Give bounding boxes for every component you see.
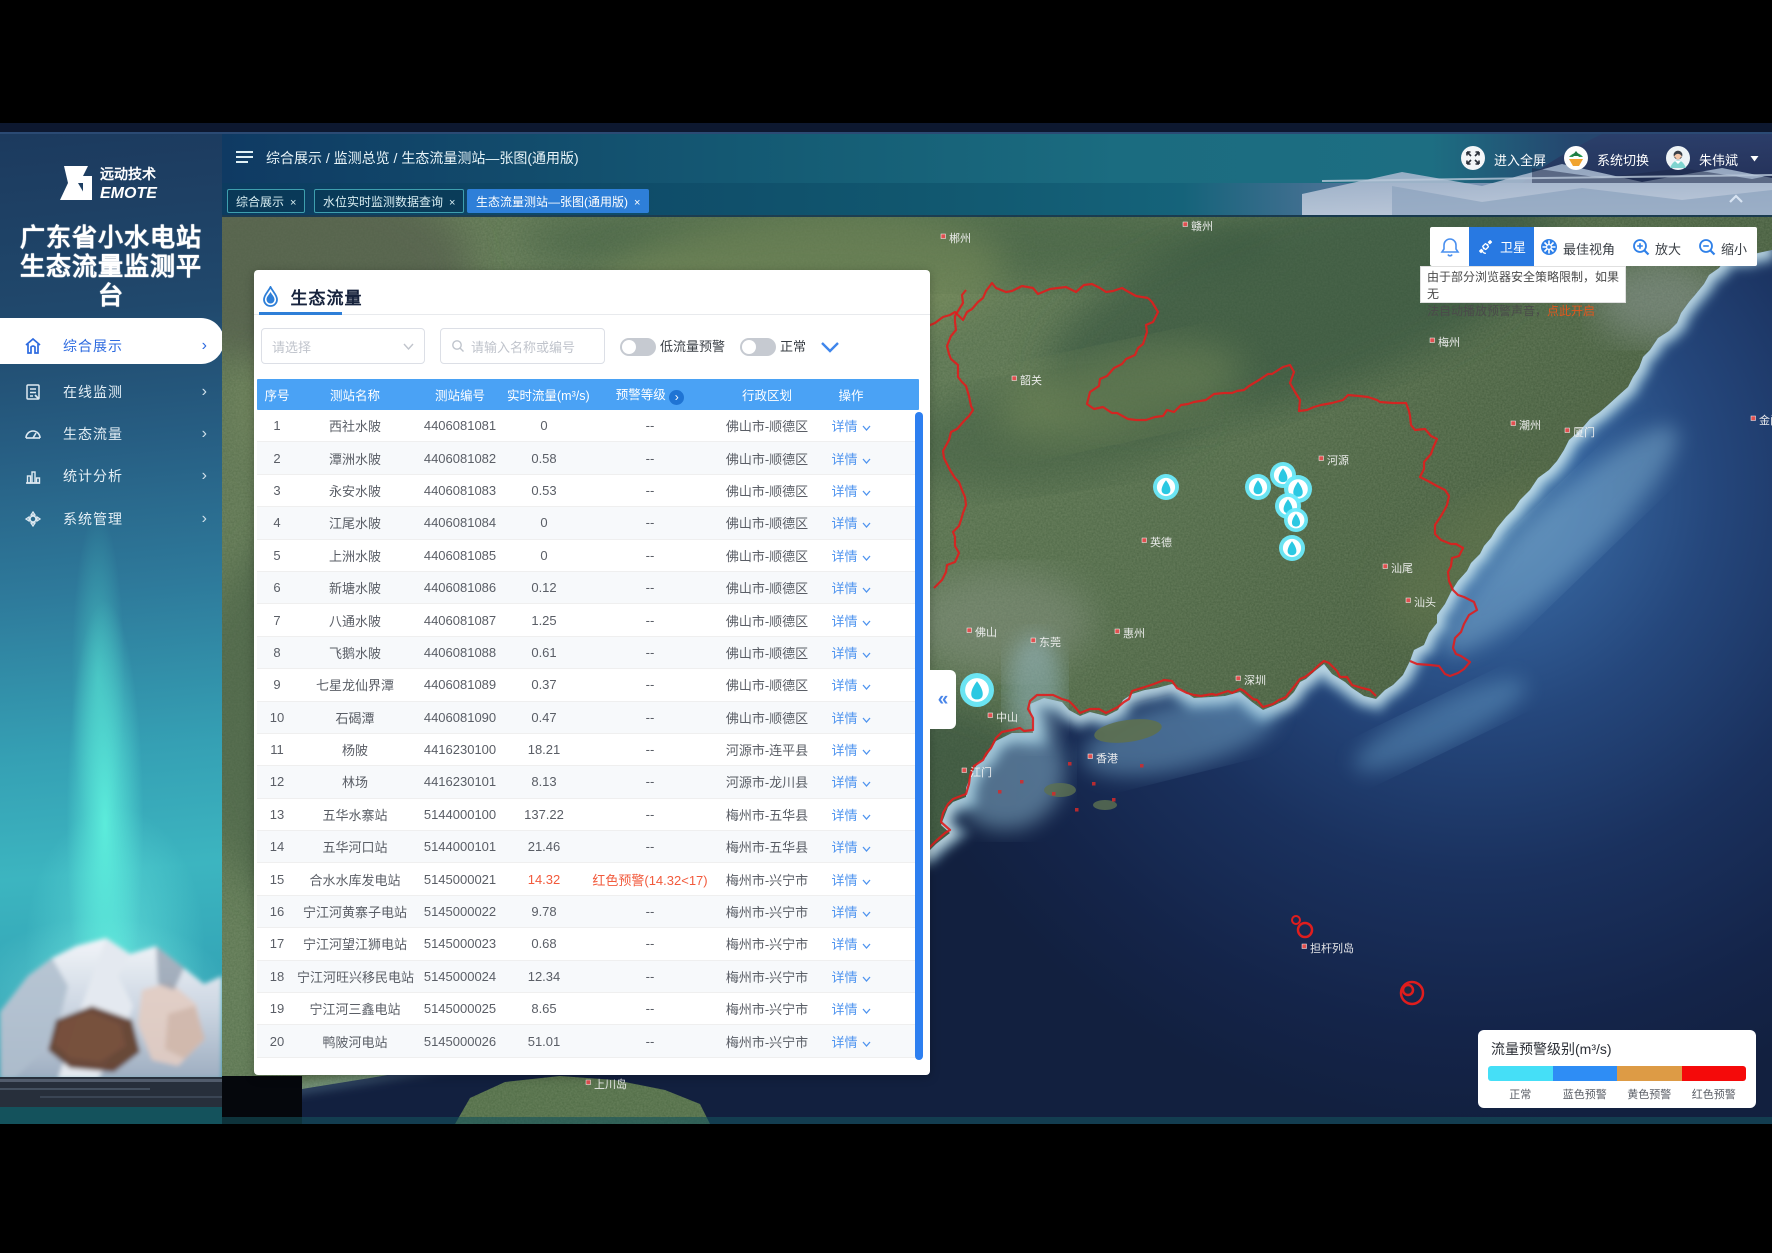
svg-text:担杆列岛: 担杆列岛 <box>1310 941 1354 955</box>
svg-text:金门: 金门 <box>1759 413 1772 427</box>
svg-text:EMOTE: EMOTE <box>100 185 158 202</box>
svg-text:厦门: 厦门 <box>1573 425 1595 439</box>
svg-text:梅州: 梅州 <box>1438 335 1460 349</box>
svg-text:英德: 英德 <box>1150 535 1172 549</box>
svg-text:佛山: 佛山 <box>975 626 997 639</box>
svg-text:远动技术: 远动技术 <box>100 166 156 182</box>
svg-text:河源: 河源 <box>1327 453 1349 467</box>
svg-text:惠州: 惠州 <box>1123 626 1145 640</box>
svg-text:汕尾: 汕尾 <box>1391 562 1413 575</box>
svg-text:东莞: 东莞 <box>1039 636 1061 649</box>
svg-text:江门: 江门 <box>970 765 992 779</box>
svg-text:赣州: 赣州 <box>1191 219 1213 233</box>
svg-text:深圳: 深圳 <box>1244 674 1266 687</box>
svg-text:上川岛: 上川岛 <box>594 1077 627 1091</box>
svg-text:中山: 中山 <box>996 711 1018 724</box>
svg-text:郴州: 郴州 <box>949 231 971 245</box>
svg-text:汕头: 汕头 <box>1414 596 1436 609</box>
svg-text:潮州: 潮州 <box>1519 418 1541 432</box>
svg-text:韶关: 韶关 <box>1020 373 1042 387</box>
svg-text:香港: 香港 <box>1096 752 1118 765</box>
